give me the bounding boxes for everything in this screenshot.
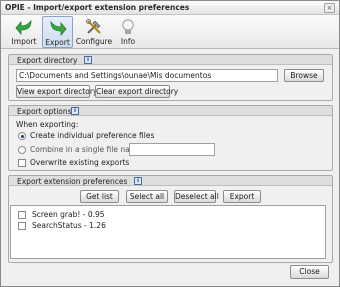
export-options-title: Export options xyxy=(17,107,72,116)
get-list-button[interactable]: Get list xyxy=(80,190,119,203)
export-directory-title: Export directory xyxy=(17,56,78,65)
tab-configure[interactable]: Configure xyxy=(75,16,113,48)
individual-files-radio[interactable] xyxy=(18,132,26,140)
browse-button[interactable]: Browse xyxy=(284,69,324,82)
export-directory-info-icon[interactable]: i xyxy=(84,56,92,64)
extension-list[interactable]: Screen grab! - 0.95 SearchStatus - 1.26 xyxy=(10,205,326,259)
when-exporting-label: When exporting: xyxy=(16,120,79,129)
export-arrow-icon xyxy=(50,20,67,37)
export-extension-prefs-title: Export extension preferences xyxy=(17,177,128,186)
export-extension-prefs-header: Export extension preferences i xyxy=(9,176,332,186)
individual-files-label[interactable]: Create individual preference files xyxy=(30,131,154,140)
select-all-button[interactable]: Select all xyxy=(126,190,168,203)
tab-import[interactable]: Import xyxy=(7,16,41,48)
tab-info[interactable]: Info xyxy=(115,16,141,48)
list-item[interactable]: SearchStatus - 1.26 xyxy=(32,221,106,230)
overwrite-exports-checkbox[interactable] xyxy=(18,159,26,167)
tab-info-label: Info xyxy=(120,37,136,46)
combine-filename-input[interactable] xyxy=(129,143,215,156)
export-button[interactable]: Export xyxy=(223,190,261,203)
close-button[interactable]: Close xyxy=(290,265,329,279)
tab-export[interactable]: Export xyxy=(42,16,73,48)
deselect-all-button[interactable]: Deselect all xyxy=(174,190,219,203)
extension-checkbox-screen-grab[interactable] xyxy=(18,211,26,219)
extension-checkbox-searchstatus[interactable] xyxy=(18,222,26,230)
tab-export-label: Export xyxy=(45,38,70,47)
list-item[interactable]: Screen grab! - 0.95 xyxy=(32,210,105,219)
tab-import-label: Import xyxy=(11,37,37,46)
toolbar: Import Export Configure Info xyxy=(1,15,339,49)
export-directory-header: Export directory i xyxy=(9,55,332,65)
import-arrow-icon xyxy=(15,19,32,36)
export-options-info-icon[interactable]: i xyxy=(71,107,79,115)
configure-tools-icon xyxy=(86,19,101,34)
export-path-field[interactable]: C:\Documents and Settings\ounae\Mis docu… xyxy=(16,69,278,82)
export-options-header: Export options i xyxy=(9,106,332,116)
view-export-directory-button[interactable]: View export directory xyxy=(16,85,97,98)
title-bar: OPIE - Import/export extension preferenc… xyxy=(1,1,339,15)
preferences-window: OPIE - Import/export extension preferenc… xyxy=(0,0,340,287)
tab-configure-label: Configure xyxy=(75,37,113,46)
info-bulb-icon xyxy=(122,19,134,34)
window-title: OPIE - Import/export extension preferenc… xyxy=(5,3,190,12)
overwrite-exports-label[interactable]: Overwrite existing exports xyxy=(30,158,129,167)
combine-single-file-radio[interactable] xyxy=(18,146,26,154)
window-close-button[interactable]: × xyxy=(324,3,335,13)
clear-export-directory-button[interactable]: Clear export directory xyxy=(95,85,178,98)
export-extension-prefs-info-icon[interactable]: i xyxy=(134,177,142,185)
